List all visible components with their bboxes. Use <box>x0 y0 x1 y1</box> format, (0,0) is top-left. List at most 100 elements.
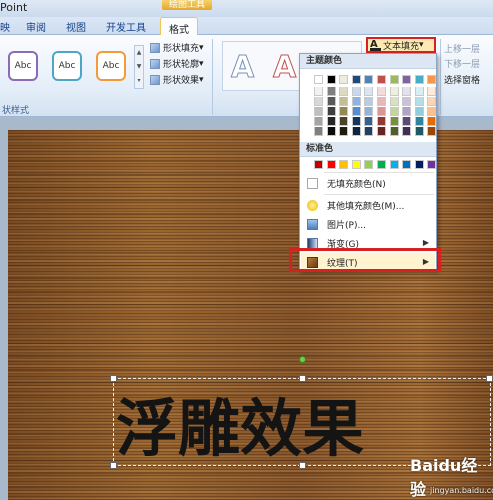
theme-color-swatch[interactable] <box>351 75 361 84</box>
group-separator <box>212 39 213 115</box>
theme-color-swatch[interactable] <box>389 87 399 96</box>
theme-color-swatch[interactable] <box>389 75 399 84</box>
standard-color-swatch[interactable] <box>427 160 437 169</box>
theme-color-swatch[interactable] <box>364 75 374 84</box>
tab-developer[interactable]: 开发工具 <box>106 19 146 34</box>
bring-forward-button[interactable]: 上移一层 <box>444 42 480 55</box>
theme-color-swatch[interactable] <box>339 127 349 136</box>
tab-format[interactable]: 格式 <box>160 17 198 36</box>
gallery-scroll-arrows[interactable]: ▲ ▼ ▾ <box>134 45 144 89</box>
theme-color-swatch[interactable] <box>351 97 361 106</box>
theme-color-swatch[interactable] <box>414 107 424 116</box>
wordart-preset-2[interactable]: A <box>272 50 296 86</box>
theme-color-swatch[interactable] <box>326 117 336 126</box>
theme-color-swatch[interactable] <box>339 75 349 84</box>
wordart-preset-1[interactable]: A <box>230 50 254 86</box>
theme-color-swatch[interactable] <box>364 117 374 126</box>
theme-color-swatch[interactable] <box>351 107 361 116</box>
theme-color-swatch[interactable] <box>427 97 437 106</box>
theme-color-swatch[interactable] <box>326 97 336 106</box>
theme-color-swatch[interactable] <box>364 97 374 106</box>
theme-color-swatch[interactable] <box>314 127 323 136</box>
theme-color-swatch[interactable] <box>402 117 412 126</box>
theme-color-swatch[interactable] <box>414 75 424 84</box>
shape-style-preset-2[interactable]: Abc <box>52 51 82 81</box>
send-backward-button[interactable]: 下移一层 <box>444 57 480 70</box>
theme-color-swatch[interactable] <box>314 87 323 96</box>
shape-style-preset-3[interactable]: Abc <box>96 51 126 81</box>
theme-color-swatch[interactable] <box>326 127 336 136</box>
theme-color-swatch[interactable] <box>339 117 349 126</box>
theme-color-swatch[interactable] <box>427 117 437 126</box>
theme-color-swatch[interactable] <box>339 97 349 106</box>
shape-outline-button[interactable]: 形状轮廓 ▾ <box>150 57 204 70</box>
ribbon-tab-bar: 映 审阅 视图 开发工具 格式 <box>0 17 493 36</box>
theme-color-swatch[interactable] <box>389 107 399 116</box>
shape-style-preset-1[interactable]: Abc <box>8 51 38 81</box>
tab-view[interactable]: 视图 <box>66 19 86 34</box>
theme-color-swatch[interactable] <box>402 87 412 96</box>
theme-color-swatch[interactable] <box>314 75 323 84</box>
theme-color-swatch[interactable] <box>326 87 336 96</box>
theme-color-swatch[interactable] <box>339 87 349 96</box>
theme-color-swatch[interactable] <box>314 107 323 116</box>
theme-color-swatch[interactable] <box>377 107 386 116</box>
theme-color-swatch[interactable] <box>389 117 399 126</box>
no-fill-item[interactable]: 无填充颜色(N) <box>301 174 435 193</box>
theme-color-swatch[interactable] <box>351 127 361 136</box>
paint-bucket-icon <box>150 42 160 53</box>
theme-color-swatch[interactable] <box>314 117 323 126</box>
theme-color-swatch[interactable] <box>402 127 412 136</box>
theme-color-swatch[interactable] <box>377 87 386 96</box>
theme-color-swatch[interactable] <box>314 97 323 106</box>
theme-color-swatch[interactable] <box>427 87 437 96</box>
theme-color-swatch[interactable] <box>427 107 437 116</box>
theme-color-swatch[interactable] <box>377 75 386 84</box>
standard-color-swatch[interactable] <box>402 160 412 169</box>
slide-text[interactable]: 浮雕效果 <box>116 378 364 468</box>
theme-color-swatch[interactable] <box>377 97 386 106</box>
theme-color-swatch[interactable] <box>414 87 424 96</box>
theme-color-swatch[interactable] <box>389 127 399 136</box>
theme-color-swatch[interactable] <box>402 107 412 116</box>
theme-color-swatch[interactable] <box>414 127 424 136</box>
resize-handle[interactable] <box>486 375 493 382</box>
theme-color-swatch[interactable] <box>389 97 399 106</box>
theme-color-swatch[interactable] <box>326 75 336 84</box>
theme-color-swatch[interactable] <box>351 87 361 96</box>
tab-slideshow[interactable]: 映 <box>0 19 10 34</box>
theme-color-swatch[interactable] <box>414 117 424 126</box>
standard-color-swatch[interactable] <box>364 160 374 169</box>
shape-fill-button[interactable]: 形状填充 ▾ <box>150 41 204 54</box>
standard-color-swatch[interactable] <box>414 160 424 169</box>
theme-color-swatch[interactable] <box>377 127 386 136</box>
theme-color-swatch[interactable] <box>351 117 361 126</box>
theme-color-swatch[interactable] <box>364 87 374 96</box>
standard-color-swatch[interactable] <box>377 160 386 169</box>
theme-color-swatch[interactable] <box>427 75 437 84</box>
standard-color-swatch[interactable] <box>389 160 399 169</box>
picture-item[interactable]: 图片(P)... <box>301 215 435 234</box>
theme-color-swatch[interactable] <box>427 127 437 136</box>
text-fill-button[interactable]: A 文本填充 ▾ <box>366 37 436 53</box>
theme-color-swatch[interactable] <box>339 107 349 116</box>
more-colors-item[interactable]: 其他填充颜色(M)... <box>301 196 435 215</box>
selection-pane-button[interactable]: 选择窗格 <box>444 73 480 86</box>
shape-effects-button[interactable]: 形状效果 ▾ <box>150 73 204 86</box>
theme-color-swatch[interactable] <box>402 97 412 106</box>
standard-color-swatch[interactable] <box>326 160 336 169</box>
theme-color-swatch[interactable] <box>377 117 386 126</box>
picture-icon <box>307 219 318 230</box>
menu-separator <box>324 194 434 195</box>
standard-color-swatch[interactable] <box>351 160 361 169</box>
standard-color-swatch[interactable] <box>339 160 349 169</box>
rotate-handle[interactable] <box>299 356 306 363</box>
theme-color-swatch[interactable] <box>414 97 424 106</box>
theme-color-swatch[interactable] <box>364 107 374 116</box>
tab-review[interactable]: 审阅 <box>26 19 46 34</box>
theme-color-swatch[interactable] <box>402 75 412 84</box>
standard-color-swatch[interactable] <box>314 160 323 169</box>
text-fill-icon: A <box>370 39 381 51</box>
theme-color-swatch[interactable] <box>326 107 336 116</box>
theme-color-swatch[interactable] <box>364 127 374 136</box>
